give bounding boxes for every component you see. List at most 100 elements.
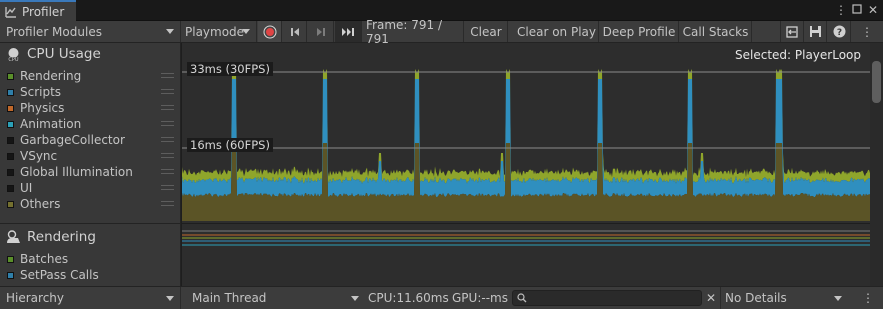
series-toggle-garbagecollector[interactable]: GarbageCollector xyxy=(7,132,177,148)
drag-handle-icon[interactable] xyxy=(161,89,174,94)
load-button[interactable] xyxy=(780,21,804,42)
save-button[interactable] xyxy=(805,21,827,42)
series-label: VSync xyxy=(20,149,58,163)
drag-handle-icon[interactable] xyxy=(161,73,174,78)
series-label: UI xyxy=(20,181,33,195)
current-frame-button[interactable] xyxy=(335,21,362,42)
view-type-dropdown[interactable]: Hierarchy xyxy=(0,287,181,309)
gpu-time-readout: GPU:--ms xyxy=(452,291,508,305)
selected-sample-label: Selected: PlayerLoop xyxy=(735,48,861,62)
drag-handle-icon[interactable] xyxy=(161,105,174,110)
details-menu-icon[interactable]: ⋮ xyxy=(862,287,874,309)
series-toggle-global-illumination[interactable]: Global Illumination xyxy=(7,164,177,180)
profiler-tab[interactable]: Profiler xyxy=(0,0,76,21)
clear-search-icon[interactable]: ✕ xyxy=(705,287,717,309)
module-list-panel: CPU CPU Usage Rendering Scripts Physics Ani… xyxy=(0,43,181,286)
record-button[interactable] xyxy=(258,21,282,42)
series-color-swatch xyxy=(7,255,14,263)
details-dropdown[interactable]: No Details xyxy=(720,287,848,309)
playmode-dropdown[interactable]: Playmode xyxy=(182,21,257,42)
series-color-swatch xyxy=(7,136,14,144)
cpu-usage-title: CPU Usage xyxy=(27,46,101,62)
last-frame-icon xyxy=(342,27,354,36)
profiler-tab-icon xyxy=(5,6,16,18)
module-divider xyxy=(0,223,181,224)
next-frame-icon xyxy=(316,27,325,36)
drag-handle-icon[interactable] xyxy=(161,153,174,158)
search-field[interactable] xyxy=(512,290,702,306)
cpu-usage-chart[interactable] xyxy=(182,43,870,223)
vertical-scrollbar[interactable] xyxy=(870,43,883,286)
series-toggle-animation[interactable]: Animation xyxy=(7,116,177,132)
thread-dropdown[interactable]: Main Thread xyxy=(187,287,365,309)
rendering-icon xyxy=(7,230,20,243)
drag-handle-icon[interactable] xyxy=(161,201,174,206)
svg-text:?: ? xyxy=(837,28,842,38)
series-color-swatch xyxy=(7,88,14,96)
record-icon xyxy=(263,25,276,38)
deep-profile-label: Deep Profile xyxy=(602,24,676,39)
details-label: No Details xyxy=(725,291,787,305)
series-color-swatch xyxy=(7,120,14,128)
call-stacks-label: Call Stacks xyxy=(682,24,749,39)
rendering-title: Rendering xyxy=(27,229,96,245)
series-toggle-rendering[interactable]: Rendering xyxy=(7,68,177,84)
series-label: Others xyxy=(20,197,61,211)
frame-counter: Frame: 791 / 791 xyxy=(363,18,464,46)
rendering-module-header[interactable]: Rendering xyxy=(6,229,96,245)
rendering-chart[interactable] xyxy=(182,224,870,286)
drag-handle-icon[interactable] xyxy=(161,185,174,190)
ref-line-30fps-label: 33ms (30FPS) xyxy=(187,62,273,76)
deep-profile-toggle[interactable]: Deep Profile xyxy=(600,21,679,42)
series-toggle-vsync[interactable]: VSync xyxy=(7,148,177,164)
drag-handle-icon[interactable] xyxy=(161,121,174,126)
help-button[interactable]: ? xyxy=(829,21,851,42)
clear-button[interactable]: Clear xyxy=(465,21,508,42)
first-frame-icon xyxy=(290,27,299,36)
drag-handle-icon[interactable] xyxy=(161,169,174,174)
save-icon xyxy=(810,26,821,37)
kebab-menu-icon[interactable]: ⋮ xyxy=(834,3,848,17)
rendering-chart-svg xyxy=(182,230,870,246)
scrollbar-thumb[interactable] xyxy=(872,61,881,103)
cpu-icon: CPU xyxy=(7,47,20,62)
series-toggle-physics[interactable]: Physics xyxy=(7,100,177,116)
ref-line-60fps-label: 16ms (60FPS) xyxy=(187,138,273,152)
cpu-usage-module-header[interactable]: CPU CPU Usage xyxy=(6,46,101,62)
toolbar-menu-icon[interactable]: ⋮ xyxy=(853,21,881,42)
first-frame-button[interactable] xyxy=(283,21,307,42)
drag-handle-icon[interactable] xyxy=(161,137,174,142)
series-color-swatch xyxy=(7,104,14,112)
series-toggle-ui[interactable]: UI xyxy=(7,180,177,196)
next-frame-button[interactable] xyxy=(308,21,334,42)
series-toggle-scripts[interactable]: Scripts xyxy=(7,84,177,100)
help-icon: ? xyxy=(833,25,846,38)
series-toggle-setpass-calls[interactable]: SetPass Calls xyxy=(7,267,177,283)
series-toggle-others[interactable]: Others xyxy=(7,196,177,212)
series-color-swatch xyxy=(7,168,14,176)
playmode-label: Playmode xyxy=(185,24,245,39)
frame-label: Frame: 791 / 791 xyxy=(366,17,443,46)
series-color-swatch xyxy=(7,184,14,192)
profiler-toolbar: Profiler Modules Playmode Frame: 791 / 7… xyxy=(0,18,883,46)
maximize-icon[interactable] xyxy=(850,3,864,17)
series-label: Batches xyxy=(20,252,69,266)
rendering-area xyxy=(182,69,870,184)
series-color-swatch xyxy=(7,152,14,160)
thread-label: Main Thread xyxy=(192,291,267,305)
series-label: SetPass Calls xyxy=(20,268,99,282)
series-color-swatch xyxy=(7,200,14,208)
view-type-label: Hierarchy xyxy=(6,291,65,305)
series-label: GarbageCollector xyxy=(20,133,125,147)
call-stacks-toggle[interactable]: Call Stacks xyxy=(680,21,752,42)
close-icon[interactable]: ✕ xyxy=(866,3,880,17)
clear-label: Clear xyxy=(470,24,502,39)
clear-on-play-toggle[interactable]: Clear on Play xyxy=(515,21,599,42)
tab-title: Profiler xyxy=(22,4,65,19)
profiler-modules-dropdown[interactable]: Profiler Modules xyxy=(0,21,181,42)
search-icon xyxy=(517,293,527,303)
load-icon xyxy=(786,25,798,38)
cpu-usage-chart-svg xyxy=(182,69,870,221)
series-label: Global Illumination xyxy=(20,165,133,179)
series-toggle-batches[interactable]: Batches xyxy=(7,251,177,267)
